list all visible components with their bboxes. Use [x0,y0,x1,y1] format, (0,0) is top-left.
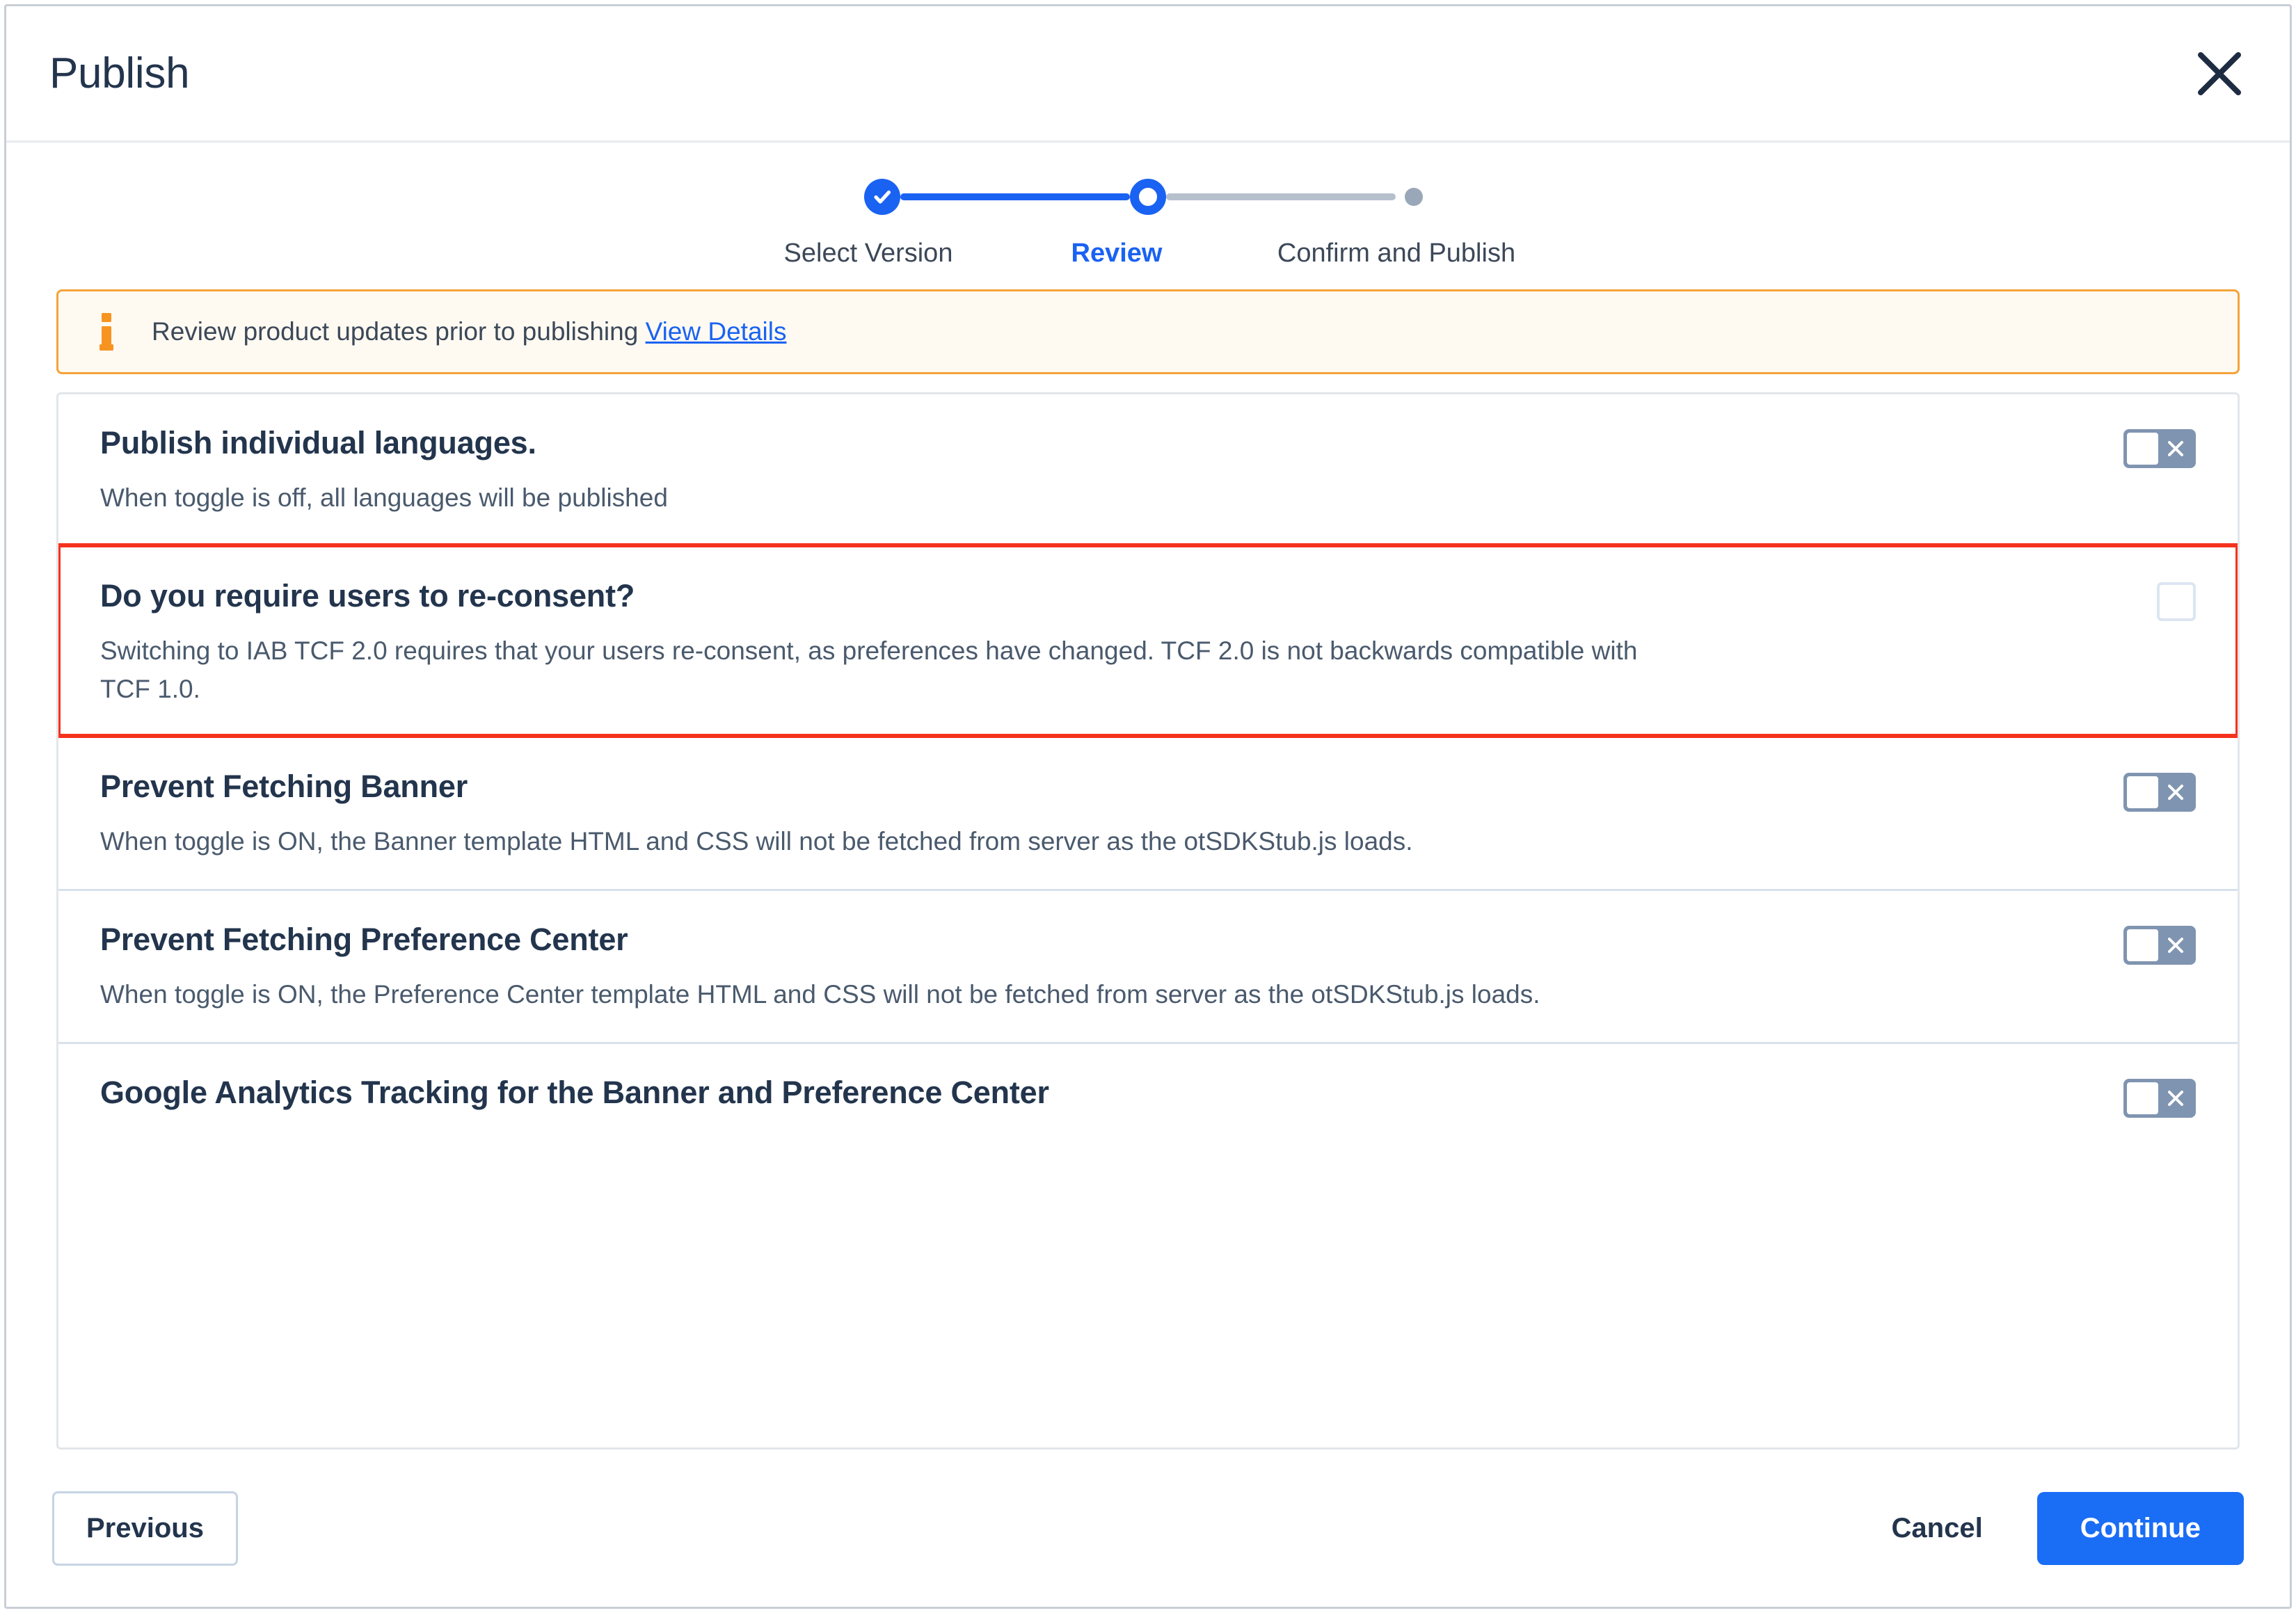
setting-row: Publish individual languages. When toggl… [58,394,2238,545]
info-banner-wrapper: Review product updates prior to publishi… [6,289,2290,374]
setting-row: Do you require users to re-consent? Swit… [58,543,2238,739]
toggle-off-x-icon [2158,935,2192,956]
settings-panel: Publish individual languages. When toggl… [56,392,2240,1450]
step-marker-confirm-and-publish[interactable] [1405,188,1423,206]
step-marker-review[interactable] [1130,179,1166,215]
toggle-off-x-icon [2158,782,2192,803]
toggle-publish-individual-languages[interactable] [2123,429,2196,468]
stepper-connector-1 [900,193,1130,200]
setting-row: Prevent Fetching Preference Center When … [58,889,2238,1042]
setting-description: When toggle is ON, the Preference Center… [100,980,1540,1009]
setting-title: Publish individual languages. [100,425,536,460]
setting-description: When toggle is off, all languages will b… [100,483,668,512]
info-banner-text: Review product updates prior to publishi… [152,317,786,346]
toggle-off-x-icon [2158,1088,2192,1109]
step-label-select-version[interactable]: Select Version [754,239,983,268]
publish-stepper: Select Version Review Confirm and Publis… [6,143,2290,281]
publish-modal: Publish Select Version Review Confirm an… [4,4,2292,1609]
setting-description: When toggle is ON, the Banner template H… [100,827,1413,856]
toggle-google-analytics-tracking[interactable] [2123,1078,2196,1118]
info-banner: Review product updates prior to publishi… [56,289,2240,374]
modal-header: Publish [6,6,2290,143]
setting-title: Prevent Fetching Banner [100,769,468,805]
toggle-prevent-fetching-preference-center[interactable] [2123,926,2196,965]
info-icon [90,313,122,351]
toggle-knob [2127,929,2158,961]
modal-footer: Previous Cancel Continue [6,1450,2290,1607]
step-marker-select-version[interactable] [864,179,900,215]
close-icon[interactable] [2190,44,2249,104]
settings-scroll-area[interactable]: Publish individual languages. When toggl… [58,394,2238,1447]
stepper-labels: Select Version Review Confirm and Publis… [754,239,1542,268]
previous-button[interactable]: Previous [52,1491,238,1566]
checkbox-require-reconsent[interactable] [2157,581,2196,621]
step-label-confirm-and-publish[interactable]: Confirm and Publish [1250,239,1542,268]
toggle-off-x-icon [2158,438,2192,459]
page-title: Publish [49,49,190,97]
toggle-knob [2127,433,2158,465]
setting-title: Prevent Fetching Preference Center [100,922,628,957]
setting-row: Prevent Fetching Banner When toggle is O… [58,736,2238,889]
view-details-link[interactable]: View Details [646,317,787,346]
continue-button[interactable]: Continue [2036,1491,2244,1565]
setting-description: Switching to IAB TCF 2.0 requires that y… [100,636,1638,703]
stepper-markers [864,179,1432,215]
toggle-knob [2127,1082,2158,1114]
setting-row: Google Analytics Tracking for the Banner… [58,1041,2238,1157]
toggle-prevent-fetching-banner[interactable] [2123,773,2196,812]
setting-title: Google Analytics Tracking for the Banner… [100,1074,1049,1110]
step-label-review[interactable]: Review [1002,239,1231,268]
info-banner-message: Review product updates prior to publishi… [152,317,639,346]
cancel-button[interactable]: Cancel [1892,1513,1983,1544]
toggle-knob [2127,776,2158,809]
stepper-connector-2 [1166,193,1396,200]
setting-title: Do you require users to re-consent? [100,577,635,613]
